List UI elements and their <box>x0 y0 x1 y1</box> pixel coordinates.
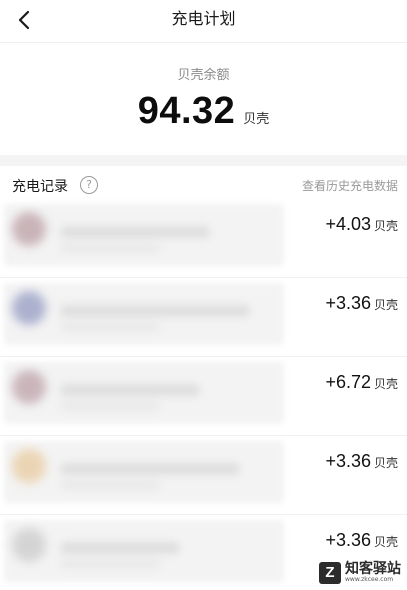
help-icon[interactable]: ? <box>80 176 98 194</box>
watermark-logo-icon: Z <box>319 562 341 584</box>
avatar <box>12 528 46 562</box>
balance-section: 贝壳余额 94.32 贝壳 <box>0 42 407 154</box>
amount-unit: 贝壳 <box>373 377 398 391</box>
blurred-detail <box>60 402 160 410</box>
blurred-name <box>60 226 210 238</box>
blurred-name <box>60 542 180 554</box>
blurred-record-info <box>4 441 284 503</box>
blurred-record-info <box>4 204 284 266</box>
blurred-detail <box>60 481 160 489</box>
record-amount: +3.36 贝壳 <box>325 530 398 551</box>
blurred-record-info <box>4 362 284 424</box>
blurred-name <box>60 463 240 475</box>
balance-unit: 贝壳 <box>243 112 270 127</box>
charging-plan-page: 充电计划 贝壳余额 94.32 贝壳 充电记录 ? 查看历史充电数据 +4.03… <box>0 0 407 590</box>
blurred-name <box>60 384 200 396</box>
record-row[interactable]: +3.36 贝壳 <box>0 435 407 515</box>
amount-value: +3.36 <box>325 293 371 313</box>
record-row[interactable]: +3.36 贝壳 <box>0 277 407 357</box>
record-amount: +6.72 贝壳 <box>325 372 398 393</box>
record-amount: +4.03 贝壳 <box>325 214 398 235</box>
blurred-record-info <box>4 520 284 582</box>
amount-unit: 贝壳 <box>373 535 398 549</box>
watermark-text: 知客驿站 www.zkcee.com <box>345 562 401 584</box>
blurred-detail <box>60 323 160 331</box>
watermark-brand: 知客驿站 <box>345 561 401 577</box>
page-title: 充电计划 <box>171 9 236 28</box>
section-divider <box>0 155 407 166</box>
amount-unit: 贝壳 <box>373 456 398 470</box>
records-header: 充电记录 ? 查看历史充电数据 <box>0 166 407 202</box>
amount-value: +4.03 <box>325 214 371 234</box>
amount-value: +3.36 <box>325 451 371 471</box>
amount-value: +6.72 <box>325 372 371 392</box>
amount-unit: 贝壳 <box>373 219 398 233</box>
record-row[interactable]: +6.72 贝壳 <box>0 356 407 436</box>
top-nav-bar: 充电计划 <box>0 0 407 43</box>
balance-amount-row: 94.32 贝壳 <box>0 90 407 133</box>
avatar <box>12 449 46 483</box>
balance-label: 贝壳余额 <box>177 68 230 83</box>
avatar <box>12 212 46 246</box>
avatar <box>12 370 46 404</box>
blurred-name <box>60 305 250 317</box>
record-amount: +3.36 贝壳 <box>325 293 398 314</box>
blurred-record-info <box>4 283 284 345</box>
amount-value: +3.36 <box>325 530 371 550</box>
blurred-detail <box>60 244 160 252</box>
records-title: 充电记录 <box>12 179 68 195</box>
blurred-detail <box>60 560 160 568</box>
record-row[interactable]: +4.03 贝壳 <box>0 198 407 278</box>
avatar <box>12 291 46 325</box>
balance-value: 94.32 <box>137 90 236 132</box>
history-data-link[interactable]: 查看历史充电数据 <box>302 177 398 194</box>
watermark-logo: Z 知客驿站 www.zkcee.com <box>317 560 405 586</box>
record-amount: +3.36 贝壳 <box>325 451 398 472</box>
watermark-url: www.zkcee.com <box>345 576 394 583</box>
amount-unit: 贝壳 <box>373 298 398 312</box>
